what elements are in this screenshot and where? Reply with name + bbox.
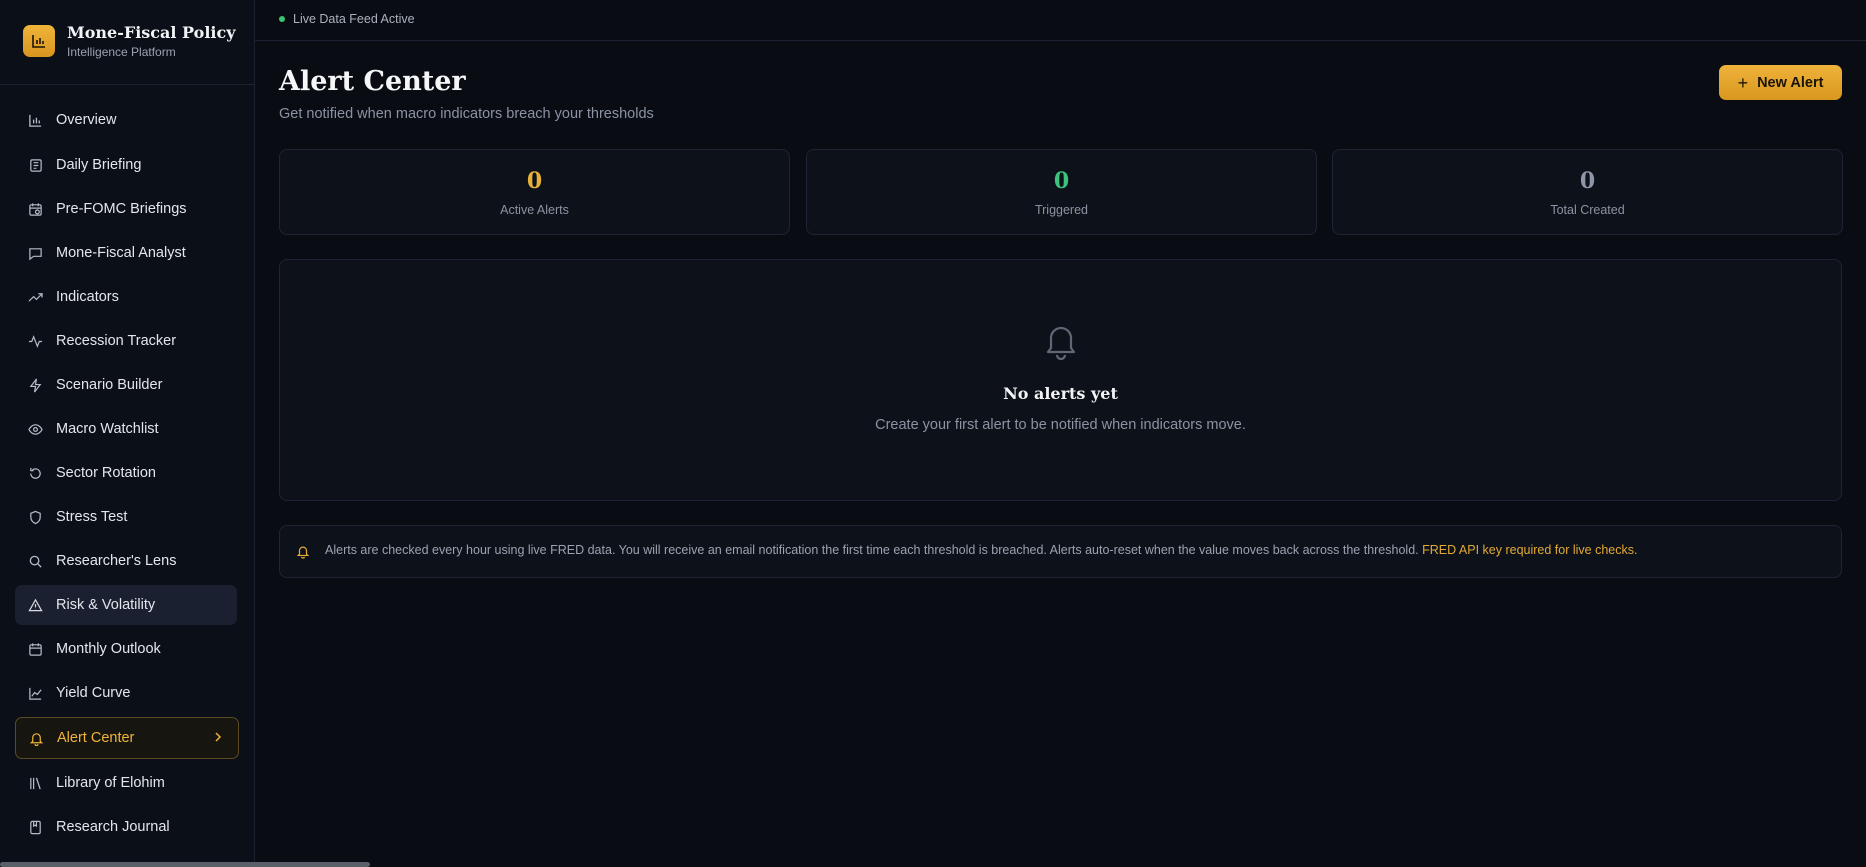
stat-value: 0 [1053,168,1070,194]
sidebar-item-label: Risk & Volatility [56,597,156,613]
sidebar-item-yield-curve[interactable]: Yield Curve [15,673,237,713]
empty-state-panel: No alerts yet Create your first alert to… [279,259,1842,501]
bell-icon [296,544,310,564]
sidebar-item-label: Sector Rotation [56,465,156,481]
chevron-right-icon [212,730,224,749]
bell-icon [28,730,44,746]
brand-title: Mone-Fiscal Policy [67,23,236,42]
search-icon [27,553,43,569]
bar-chart-icon [27,112,43,128]
sidebar-item-overview[interactable]: Overview [15,100,237,140]
new-alert-label: New Alert [1757,74,1824,91]
sidebar-item-scenario-builder[interactable]: Scenario Builder [15,365,237,405]
stat-card-triggered: 0 Triggered [806,149,1317,235]
sidebar-item-daily-briefing[interactable]: Daily Briefing [15,145,237,185]
sidebar-item-label: Scenario Builder [56,377,163,393]
activity-icon [27,333,43,349]
sidebar-item-macro-watchlist[interactable]: Macro Watchlist [15,409,237,449]
sidebar-item-label: Yield Curve [56,685,131,701]
live-status-text: Live Data Feed Active [293,12,415,26]
sidebar-item-monthly-outlook[interactable]: Monthly Outlook [15,629,237,669]
sidebar-item-label: Daily Briefing [56,157,142,173]
sidebar-item-library-of-elohim[interactable]: Library of Elohim [15,763,237,803]
stat-card-total-created: 0 Total Created [1332,149,1843,235]
page-subtitle: Get notified when macro indicators breac… [279,106,654,122]
sidebar-item-label: Researcher's Lens [56,553,177,569]
page-title: Alert Center [279,66,466,97]
horizontal-scrollbar[interactable] [0,862,370,867]
sidebar-item-researchers-lens[interactable]: Researcher's Lens [15,541,237,581]
sidebar-item-risk-volatility[interactable]: Risk & Volatility [15,585,237,625]
stat-label: Total Created [1550,203,1625,217]
live-status-dot [279,16,285,22]
trending-up-icon [27,289,43,305]
sidebar-item-stress-test[interactable]: Stress Test [15,497,237,537]
sidebar-item-label: Library of Elohim [56,775,165,791]
sidebar-item-label: Macro Watchlist [56,421,159,437]
new-alert-button[interactable]: + New Alert [1719,65,1842,100]
sidebar-item-sector-rotation[interactable]: Sector Rotation [15,453,237,493]
brand-header: Mone-Fiscal Policy Intelligence Platform [0,0,254,85]
calendar-clock-icon [27,201,43,217]
sidebar-item-label: Stress Test [56,509,128,525]
sidebar-item-label: Mone-Fiscal Analyst [56,245,186,261]
empty-state-message: Create your first alert to be notified w… [875,417,1246,433]
sidebar-item-label: Research Journal [56,819,170,835]
lightning-icon [27,377,43,393]
info-banner: Alerts are checked every hour using live… [279,525,1842,578]
library-icon [27,775,43,791]
stat-value: 0 [1579,168,1596,194]
shield-icon [27,509,43,525]
newspaper-icon [27,157,43,173]
line-chart-icon [27,685,43,701]
bell-icon [1043,322,1079,365]
sidebar-item-label: Overview [56,112,117,128]
sidebar-item-label: Pre-FOMC Briefings [56,201,187,217]
info-text: Alerts are checked every hour using live… [325,543,1637,557]
top-bar [255,0,1866,41]
sidebar-item-research-journal[interactable]: Research Journal [15,807,237,847]
sidebar-item-mone-fiscal-analyst[interactable]: Mone-Fiscal Analyst [15,233,237,273]
eye-icon [27,421,43,437]
sidebar-item-label: Monthly Outlook [56,641,161,657]
calendar-icon [27,641,43,657]
stat-label: Triggered [1034,203,1089,217]
stat-value: 0 [526,168,543,194]
bar-chart-icon [23,25,55,57]
brand-subtitle: Intelligence Platform [67,45,176,59]
sidebar-item-label: Recession Tracker [56,333,177,349]
sidebar-item-recession-tracker[interactable]: Recession Tracker [15,321,237,361]
sidebar-item-pre-fomc-briefings[interactable]: Pre-FOMC Briefings [15,189,237,229]
sidebar: Mone-Fiscal Policy Intelligence Platform… [0,0,255,867]
chat-icon [27,245,43,261]
sidebar-item-alert-center[interactable]: Alert Center [15,717,239,759]
sidebar-item-indicators[interactable]: Indicators [15,277,237,317]
stat-label: Active Alerts [500,203,569,217]
plus-icon: + [1737,72,1749,93]
rotate-icon [27,465,43,481]
empty-state-title: No alerts yet [1003,384,1118,403]
stat-card-active-alerts: 0 Active Alerts [279,149,790,235]
sidebar-item-label: Alert Center [57,730,135,746]
api-key-warning: FRED API key required for live checks. [1422,543,1638,557]
book-icon [27,819,43,835]
sidebar-item-label: Indicators [56,289,119,305]
info-body: Alerts are checked every hour using live… [325,543,1419,557]
warning-triangle-icon [27,597,43,613]
